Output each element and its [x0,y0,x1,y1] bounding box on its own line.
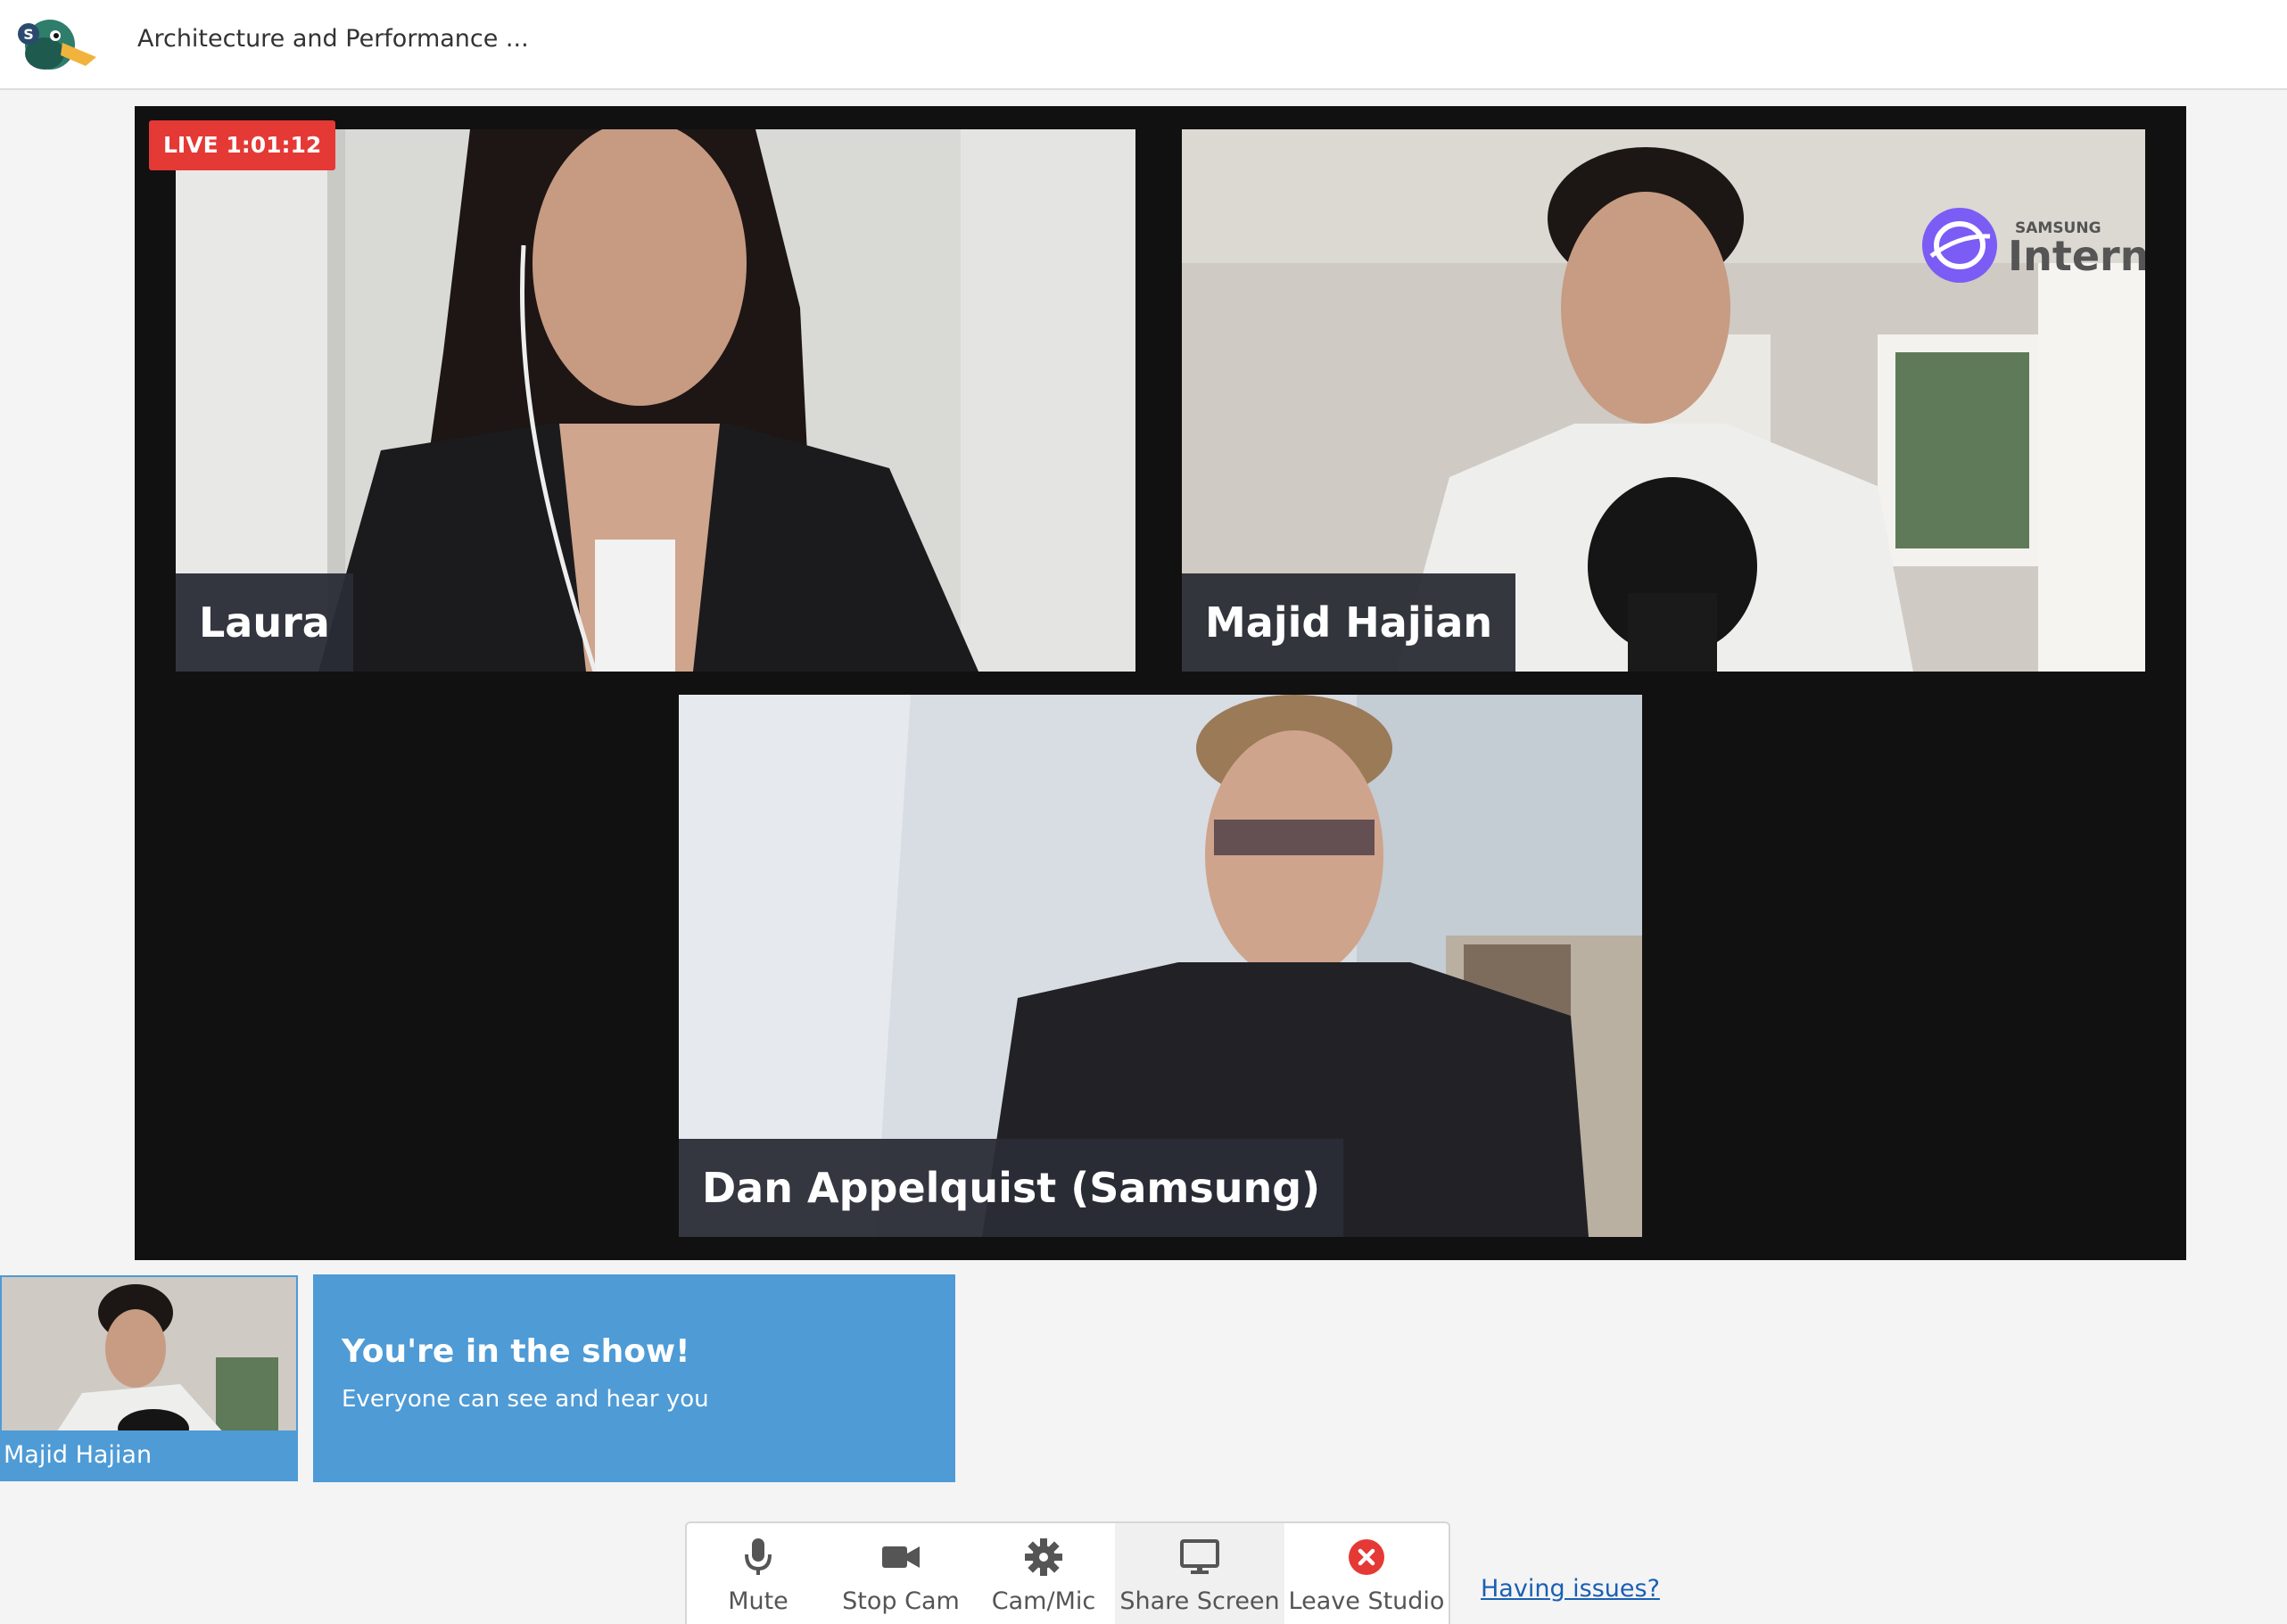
gear-icon [1024,1537,1063,1577]
self-preview-name: Majid Hajian [2,1430,296,1480]
broadcast-stage: LIVE 1:01:12 Laura SAMSUNG Intern Majid … [135,106,2186,1260]
svg-text:S: S [23,26,34,43]
studio-toolbar: Mute Stop Cam Cam/Mic Share Screen Leave… [685,1521,1450,1624]
stop-cam-button[interactable]: Stop Cam [830,1523,972,1624]
close-circle-icon [1347,1537,1386,1577]
top-bar: S Architecture and Performance ... [0,0,2287,90]
svg-text:Internet: Internet [2008,232,2145,280]
monitor-icon [1180,1537,1219,1577]
status-title: You're in the show! [342,1333,690,1370]
having-issues-link[interactable]: Having issues? [1481,1575,1660,1603]
in-show-status-panel: You're in the show! Everyone can see and… [313,1274,955,1482]
live-timer-badge: LIVE 1:01:12 [149,120,336,170]
session-title: Architecture and Performance ... [137,25,529,53]
share-screen-button[interactable]: Share Screen [1115,1523,1284,1624]
participant-name-plate: Majid Hajian [1182,573,1516,672]
participant-name-plate: Laura [176,573,353,672]
cam-mic-settings-button[interactable]: Cam/Mic [972,1523,1115,1624]
microphone-icon [739,1537,778,1577]
status-subtitle: Everyone can see and hear you [342,1386,709,1413]
mute-button[interactable]: Mute [687,1523,830,1624]
participant-name-plate: Dan Appelquist (Samsung) [679,1139,1344,1237]
leave-studio-button[interactable]: Leave Studio [1284,1523,1449,1624]
samsung-internet-logo: SAMSUNG Internet [1922,208,2145,283]
video-camera-icon [881,1537,921,1577]
video-tile-laura[interactable]: Laura [176,129,1135,672]
self-video [2,1277,296,1434]
video-tile-majid[interactable]: SAMSUNG Internet Majid Hajian [1182,129,2145,672]
self-preview-tile[interactable]: Majid Hajian [0,1275,298,1481]
duck-logo-icon[interactable]: S [16,7,96,73]
video-tile-dan[interactable]: Dan Appelquist (Samsung) [679,695,1642,1237]
